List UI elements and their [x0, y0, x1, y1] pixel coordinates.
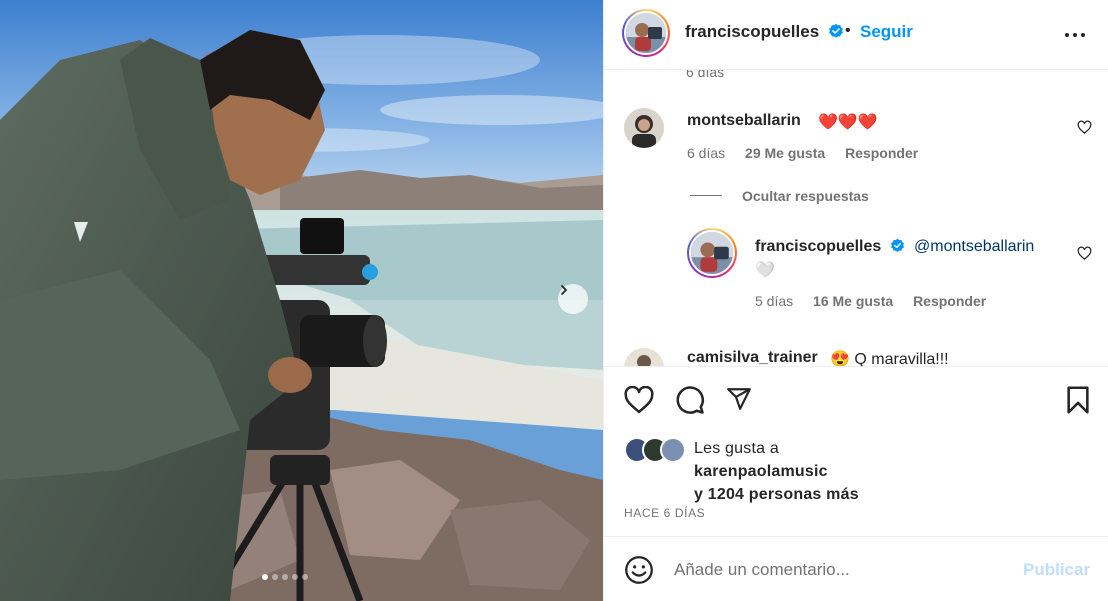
- hide-replies-button[interactable]: Ocultar respuestas: [742, 188, 869, 204]
- comment-meta: 6 días 29 Me gusta Responder: [687, 145, 934, 161]
- carousel-dot: [272, 574, 278, 580]
- verified-badge-icon: [829, 23, 843, 38]
- comment-username[interactable]: camisilva_trainer: [687, 349, 818, 366]
- emoji-icon[interactable]: [624, 555, 654, 585]
- likers-avatars[interactable]: [624, 437, 688, 463]
- comment-likes[interactable]: 29 Me gusta: [745, 145, 825, 161]
- heart-icon[interactable]: [624, 386, 654, 414]
- like-comment-heart-icon[interactable]: [1077, 120, 1092, 135]
- reply-button[interactable]: Responder: [845, 145, 918, 161]
- reply-username[interactable]: franciscopuelles: [755, 238, 905, 256]
- publish-button[interactable]: Publicar: [1023, 560, 1090, 580]
- carousel-indicator: [262, 574, 308, 580]
- likes-prefix: Les gusta a: [694, 440, 779, 457]
- reply-time[interactable]: 5 días: [755, 293, 793, 309]
- post-side-panel: franciscopuelles • Seguir 6 días montseb: [603, 0, 1108, 601]
- separator-bullet: •: [845, 22, 851, 39]
- comment-time-cutoff: 6 días: [686, 70, 725, 80]
- verified-badge-icon: [890, 238, 904, 252]
- share-icon[interactable]: [725, 386, 753, 412]
- reply-button[interactable]: Responder: [913, 293, 986, 309]
- carousel-dot: [292, 574, 298, 580]
- post-photo[interactable]: [0, 0, 603, 601]
- commenter-avatar[interactable]: [624, 108, 664, 148]
- liker-username[interactable]: karenpaolamusic: [694, 463, 828, 480]
- comment-username[interactable]: montseballarin: [687, 112, 801, 130]
- author-avatar[interactable]: [622, 9, 670, 57]
- comments-list[interactable]: 6 días montseballarin ❤️❤️❤️ 6 días 29 M…: [604, 70, 1108, 366]
- likes-summary: Les gusta a karenpaolamusic y 1204 perso…: [694, 437, 859, 506]
- commenter-avatar[interactable]: [624, 348, 664, 366]
- reply-text: 🤍: [755, 262, 775, 279]
- comment-text: 😍 Q maravilla!!!: [830, 351, 949, 366]
- carousel-dot: [282, 574, 288, 580]
- author-username-text[interactable]: franciscopuelles: [685, 22, 819, 41]
- post-timestamp[interactable]: HACE 6 DÍAS: [624, 506, 705, 520]
- comment-text: ❤️❤️❤️: [818, 114, 878, 131]
- commenter-avatar-image: [624, 108, 664, 148]
- more-options-icon[interactable]: [1064, 24, 1086, 46]
- author-username[interactable]: franciscopuelles: [685, 22, 844, 42]
- reply-author-avatar-image: [691, 232, 733, 274]
- photo-illustration: [0, 0, 603, 601]
- author-avatar-image: [626, 13, 666, 53]
- commenter-avatar-image: [624, 348, 664, 366]
- follow-button[interactable]: Seguir: [860, 22, 913, 42]
- like-reply-heart-icon[interactable]: [1077, 246, 1092, 261]
- carousel-dot: [262, 574, 268, 580]
- liker-avatar: [660, 437, 686, 463]
- likes-others[interactable]: y 1204 personas más: [694, 486, 859, 503]
- comment-input[interactable]: [674, 557, 1004, 583]
- comment-time[interactable]: 6 días: [687, 145, 725, 161]
- reply-username-text[interactable]: franciscopuelles: [755, 238, 881, 255]
- reply-meta: 5 días 16 Me gusta Responder: [755, 293, 1002, 309]
- hide-replies-line: [690, 195, 722, 196]
- carousel-dot: [302, 574, 308, 580]
- post-header: franciscopuelles • Seguir: [604, 0, 1108, 70]
- reply-likes[interactable]: 16 Me gusta: [813, 293, 893, 309]
- comment-icon[interactable]: [675, 385, 705, 415]
- comment-composer: Publicar: [604, 536, 1108, 601]
- post-actions: Les gusta a karenpaolamusic y 1204 perso…: [604, 366, 1108, 536]
- chevron-right-icon: [561, 285, 568, 295]
- reply-mention-link[interactable]: @montseballarin: [914, 238, 1034, 256]
- next-image-button[interactable]: [558, 284, 588, 314]
- reply-author-avatar[interactable]: [687, 228, 737, 278]
- bookmark-icon[interactable]: [1066, 386, 1090, 414]
